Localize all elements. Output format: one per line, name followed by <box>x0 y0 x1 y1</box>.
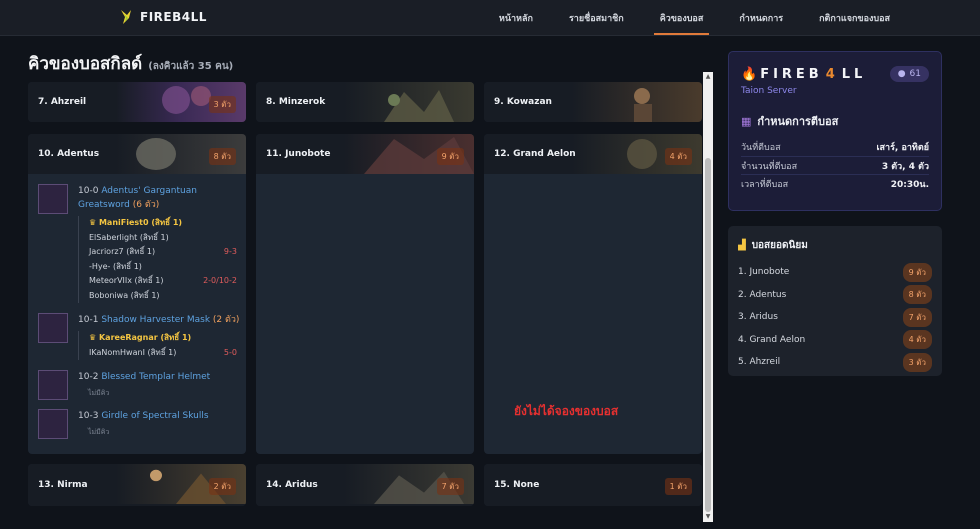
brand-name: FIREB4LL <box>140 10 207 24</box>
item-code: 10-1 <box>78 315 99 325</box>
fire-icon: 🔥 <box>741 66 758 82</box>
nav-boss-queue[interactable]: คิวของบอส <box>653 7 710 35</box>
scroll-thumb[interactable] <box>705 158 711 512</box>
unreserved-note: ยังไม่ได้จองของบอส <box>514 404 619 418</box>
empty-queue: ไม่มีคิว <box>88 389 110 397</box>
item-link[interactable]: Shadow Harvester Mask <box>101 315 210 325</box>
popular-row[interactable]: 1. Junobote 9 ตัว <box>738 261 932 284</box>
boss-name: 11. Junobote <box>266 149 331 159</box>
queue-list: ♛ KareeRagnar (สิทธิ์ 1) IKaNomHwanI (สิ… <box>78 331 246 360</box>
boss-count-badge: 2 ตัว <box>208 478 236 495</box>
boss-count-badge: 7 ตัว <box>436 478 464 495</box>
server-label: Taion Server <box>741 86 797 96</box>
schedule-row: เวลาที่ตีบอส 20:30น. <box>741 174 929 192</box>
belt-item-icon <box>38 409 68 439</box>
server-card: 🔥 FIREB 4 LL ● 61 Taion Server ▦ กำหนดการต… <box>728 51 942 211</box>
boss-name: 7. Ahzreil <box>38 97 87 107</box>
crown-icon: ♛ <box>89 218 99 227</box>
queue-row: ♛ KareeRagnar (สิทธิ์ 1) <box>89 333 192 342</box>
boss-card-kowazan[interactable]: 9. Kowazan <box>484 82 702 122</box>
queue-row: -Hye- (สิทธิ์ 1) <box>89 261 142 271</box>
nav-loot-rules[interactable]: กติกาแจกของบอส <box>813 7 896 29</box>
boss-name: 9. Kowazan <box>494 97 552 107</box>
popular-row[interactable]: 2. Adentus 8 ตัว <box>738 284 932 307</box>
user-icon: ● <box>897 69 906 79</box>
nav-home[interactable]: หน้าหลัก <box>493 7 539 29</box>
loot-item[interactable]: 10-3 Girdle of Spectral Skulls ไม่มีคิว <box>38 409 246 439</box>
boss-name: 15. None <box>494 480 540 490</box>
boss-card-ahzreil[interactable]: 7. Ahzreil 3 ตัว <box>28 82 246 122</box>
nav-schedule[interactable]: กำหนดการ <box>733 7 789 29</box>
server-name: 🔥 FIREB 4 LL <box>741 66 867 82</box>
boss-count-badge: 1 ตัว <box>664 478 692 495</box>
queue-row: IKaNomHwanI (สิทธิ์ 1) 5-0 <box>89 347 237 357</box>
popular-title: ▟ บอสยอดนิยม <box>738 240 808 251</box>
schedule-list: วันที่ตีบอส เสาร์, อาทิตย์ จำนวนที่ตีบอส 3… <box>741 138 929 192</box>
loot-item[interactable]: 10-1 Shadow Harvester Mask (2 ตัว) ♛ Kar… <box>38 313 246 360</box>
queue-list: ♛ ManiFiest0 (สิทธิ์ 1) ElSaberlight (สิ… <box>78 216 246 303</box>
crown-icon: ♛ <box>89 333 99 342</box>
boss-name: 12. Grand Aelon <box>494 149 576 159</box>
nav-links: หน้าหลัก รายชื่อสมาชิก คิวของบอส กำหนดกา… <box>493 0 896 36</box>
boss-card-aridus[interactable]: 14. Aridus 7 ตัว <box>256 464 474 506</box>
item-code: 10-0 <box>78 186 99 196</box>
popular-row[interactable]: 3. Aridus 7 ตัว <box>738 306 932 329</box>
boss-count-badge: 9 ตัว <box>436 148 464 165</box>
schedule-row: วันที่ตีบอส เสาร์, อาทิตย์ <box>741 143 929 153</box>
queue-row: Boboniwa (สิทธิ์ 1) <box>89 290 160 300</box>
boss-card-adentus[interactable]: 10. Adentus 8 ตัว 10-0 Adentus' Gargantu… <box>28 134 246 454</box>
item-code: 10-2 <box>78 372 99 382</box>
popular-row[interactable]: 4. Grand Aelon 4 ตัว <box>738 329 932 352</box>
loot-item[interactable]: 10-0 Adentus' Gargantuan Greatsword (6 ต… <box>38 184 246 303</box>
scroll-up-icon[interactable]: ▲ <box>703 72 713 82</box>
boss-name: 13. Nirma <box>38 480 88 490</box>
popular-row[interactable]: 5. Ahzreil 3 ตัว <box>738 351 932 374</box>
boss-name: 10. Adentus <box>38 149 100 159</box>
item-qty: (6 ตัว) <box>132 200 160 210</box>
schedule-title: ▦ กำหนดการตีบอส <box>741 114 839 129</box>
queue-row: Jacriorz7 (สิทธิ์ 1) 9-3 <box>89 247 237 256</box>
member-count-badge: ● 61 <box>889 66 929 82</box>
fire-logo-icon <box>121 10 131 24</box>
boss-count-badge: 3 ตัว <box>208 96 236 113</box>
item-link[interactable]: Blessed Templar Helmet <box>101 372 210 382</box>
calendar-icon: ▦ <box>741 114 752 128</box>
schedule-row: จำนวนที่ตีบอส 3 ตัว, 4 ตัว <box>741 156 929 174</box>
boss-card-none[interactable]: 15. None 1 ตัว <box>484 464 702 506</box>
top-navbar: FIREB4LL หน้าหลัก รายชื่อสมาชิก คิวของบอ… <box>0 0 980 36</box>
nav-members[interactable]: รายชื่อสมาชิก <box>563 7 630 29</box>
boss-name: 8. Minzerok <box>266 97 326 107</box>
boss-count-badge: 8 ตัว <box>208 148 236 165</box>
boss-name: 14. Aridus <box>266 480 318 490</box>
sword-item-icon <box>38 184 68 214</box>
boss-art-icon <box>572 82 702 122</box>
loot-item[interactable]: 10-2 Blessed Templar Helmet ไม่มีคิว <box>38 370 246 400</box>
queue-row: ElSaberlight (สิทธิ์ 1) <box>89 232 169 242</box>
boss-card-junobote[interactable]: 11. Junobote 9 ตัว <box>256 134 474 454</box>
boss-card-minzerok[interactable]: 8. Minzerok <box>256 82 474 122</box>
scroll-down-icon[interactable]: ▼ <box>703 512 713 522</box>
mask-item-icon <box>38 313 68 343</box>
board-scrollbar[interactable]: ▲ ▼ <box>703 72 713 522</box>
popular-bosses-card: ▟ บอสยอดนิยม 1. Junobote 9 ตัว 2. Adentus… <box>728 226 942 376</box>
item-link[interactable]: Girdle of Spectral Skulls <box>101 411 208 421</box>
boss-art-icon <box>344 82 474 122</box>
podium-icon: ▟ <box>738 240 746 251</box>
item-qty: (2 ตัว) <box>212 315 240 325</box>
queue-row: MeteorVIIx (สิทธิ์ 1) 2-0/10-2 <box>89 276 237 285</box>
boss-card-nirma[interactable]: 13. Nirma 2 ตัว <box>28 464 246 506</box>
item-code: 10-3 <box>78 411 99 421</box>
helmet-item-icon <box>38 370 68 400</box>
brand[interactable]: FIREB4LL <box>118 8 207 26</box>
boss-count-badge: 4 ตัว <box>664 148 692 165</box>
empty-queue: ไม่มีคิว <box>88 428 110 436</box>
boss-board: 7. Ahzreil 3 ตัว 8. Minzerok 9. Kowazan <box>28 72 702 522</box>
queue-row: ♛ ManiFiest0 (สิทธิ์ 1) <box>89 218 183 227</box>
